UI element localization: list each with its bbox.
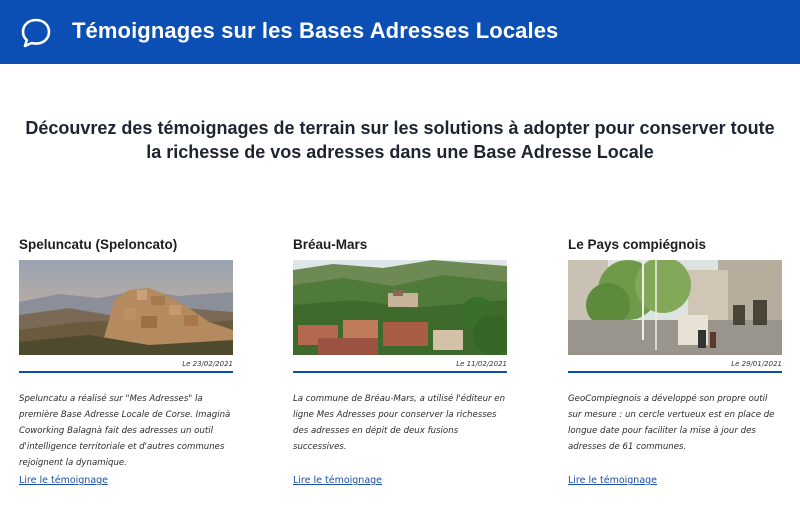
card-description: La commune de Bréau-Mars, a utilisé l'éd…: [293, 394, 506, 452]
card-title: Speluncatu (Speloncato): [19, 237, 178, 252]
read-testimonial-link[interactable]: Lire le témoignage: [293, 475, 382, 486]
village-photo[interactable]: [293, 260, 507, 355]
chat-bubble-icon: [21, 18, 51, 48]
read-testimonial-link[interactable]: Lire le témoignage: [568, 475, 657, 486]
page-header: Témoignages sur les Bases Adresses Local…: [0, 0, 800, 64]
read-testimonial-link[interactable]: Lire le témoignage: [19, 475, 108, 486]
town-street-photo[interactable]: [568, 260, 782, 355]
card-title: Le Pays compiégnois: [568, 237, 707, 252]
card-date: Le 11/02/2021: [456, 360, 507, 368]
card-date: Le 23/02/2021: [182, 360, 233, 368]
village-photo[interactable]: [19, 260, 233, 355]
card-date: Le 29/01/2021: [731, 360, 782, 368]
divider: [293, 371, 507, 373]
card-description: Speluncatu a réalisé sur "Mes Adresses" …: [19, 394, 231, 468]
divider: [568, 371, 782, 373]
testimonial-card: Bréau-Mars Le 11/02/2021 La commune de B…: [293, 236, 507, 486]
testimonial-card: Speluncatu (Speloncato) Le 23/02/2021 Sp…: [19, 236, 233, 486]
card-description: GeoCompiegnois a développé son propre ou…: [568, 394, 775, 452]
testimonial-card: Le Pays compiégnois Le 29/01/2021 GeoCom…: [568, 236, 782, 486]
intro-text: Découvrez des témoignages de terrain sur…: [25, 118, 775, 162]
divider: [19, 371, 233, 373]
card-title: Bréau-Mars: [293, 237, 368, 252]
page-title: Témoignages sur les Bases Adresses Local…: [72, 18, 559, 43]
